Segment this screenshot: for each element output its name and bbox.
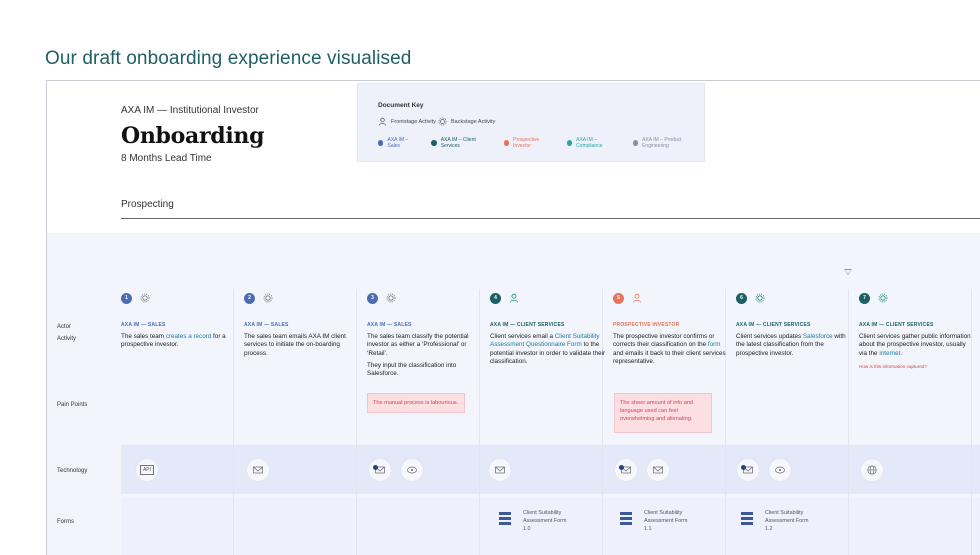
blueprint-title: Onboarding	[121, 123, 265, 149]
step-actor: AXA IM — SALES	[244, 322, 289, 328]
email-icon	[368, 458, 392, 482]
step-description: The sales team emails AXA IM client serv…	[244, 333, 346, 357]
salesforce-icon	[400, 458, 424, 482]
key-backstage: Backstage Activity	[438, 117, 495, 126]
open-question: How is this information captured?	[859, 363, 927, 369]
key-actor: Prospective Investor	[503, 137, 555, 149]
step-1: 1 AXA IM — SALES The sales team creates …	[121, 291, 237, 350]
lead-time: 8 Months Lead Time	[121, 153, 212, 164]
step-number: 4	[490, 292, 501, 304]
tech-step-5	[614, 458, 670, 482]
step-actor: AXA IM — CLIENT SERVICES	[859, 322, 934, 328]
person-icon	[378, 117, 387, 126]
api-icon: API	[135, 458, 159, 482]
slide-title: Our draft onboarding experience visualis…	[45, 48, 412, 69]
tech-step-1: API	[135, 458, 159, 482]
step-2: 2 AXA IM — SALES The sales team emails A…	[244, 291, 360, 358]
step-actor: AXA IM — SALES	[367, 322, 412, 328]
step-7: 7 AXA IM — CLIENT SERVICES Client servic…	[859, 291, 975, 369]
step-number: 7	[859, 292, 870, 304]
tech-step-7	[860, 458, 884, 482]
gear-icon	[878, 293, 888, 303]
form-1-2: Client Suitability Assessment Form 1.2	[741, 509, 808, 533]
pain-point-step-5: The sheer amount of info and language us…	[614, 393, 712, 433]
step-4: 4 AXA IM — CLIENT SERVICES Client servic…	[490, 291, 606, 366]
email-icon	[614, 458, 638, 482]
document-key-title: Document Key	[378, 102, 424, 109]
key-actor: AXA IM – Product Engineering	[632, 137, 704, 149]
step-number: 5	[613, 292, 624, 304]
gear-icon	[140, 293, 150, 303]
person-icon	[509, 293, 519, 303]
step-number: 2	[244, 292, 255, 304]
lane-label-forms: Forms	[57, 519, 74, 525]
phase-title: Prospecting	[121, 199, 174, 210]
blueprint-subtitle: AXA IM — Institutional Investor	[121, 105, 259, 116]
key-actor: AXA IM – Sales	[378, 137, 419, 149]
email-icon	[736, 458, 760, 482]
globe-icon	[860, 458, 884, 482]
email-icon	[646, 458, 670, 482]
form-icon	[499, 509, 511, 527]
tech-step-4	[488, 458, 512, 482]
scroll-marker-icon	[844, 269, 852, 275]
step-description: The prospective investor confirms or cor…	[613, 333, 726, 365]
key-actor-list: AXA IM – Sales AXA IM – Client Services …	[378, 137, 704, 149]
form-icon	[741, 509, 753, 527]
lane-label-technology: Technology	[57, 468, 88, 474]
salesforce-icon	[768, 458, 792, 482]
step-5: 5 PROSPECTIVE INVESTOR The prospective i…	[613, 291, 729, 366]
tech-step-2	[246, 458, 270, 482]
lane-label-pain-points: Pain Points	[57, 402, 88, 408]
tech-step-6	[736, 458, 792, 482]
key-actor: AXA IM – Client Services	[431, 137, 491, 149]
form-1-0: Client Suitability Assessment Form 1.0	[499, 509, 566, 533]
lane-label-actor: Actor Activity	[57, 324, 77, 342]
step-number: 1	[121, 292, 132, 304]
email-icon	[488, 458, 512, 482]
step-description: Client services updates Salesforce with …	[736, 333, 846, 357]
form-1-1: Client Suitability Assessment Form 1.1	[620, 509, 687, 533]
step-number: 3	[367, 292, 378, 304]
service-blueprint: AXA IM — Institutional Investor Onboardi…	[46, 80, 980, 555]
step-actor: AXA IM — CLIENT SERVICES	[490, 322, 565, 328]
step-description: Client services email a Client Suitabili…	[490, 333, 606, 365]
phase-divider	[121, 218, 980, 219]
step-description: The sales team classify the potential in…	[367, 333, 469, 378]
document-key: Document Key Frontstage Activity Backsta…	[357, 83, 705, 162]
key-frontstage: Frontstage Activity	[378, 117, 436, 126]
step-actor: AXA IM — SALES	[121, 322, 166, 328]
tech-step-3	[368, 458, 424, 482]
step-3: 3 AXA IM — SALES The sales team classify…	[367, 291, 483, 378]
gear-icon	[755, 293, 765, 303]
email-icon	[246, 458, 270, 482]
step-6: 6 AXA IM — CLIENT SERVICES Client servic…	[736, 291, 852, 358]
form-icon	[620, 509, 632, 527]
key-actor: AXA IM – Compliance	[566, 137, 621, 149]
step-actor: PROSPECTIVE INVESTOR	[613, 322, 680, 328]
step-description: The sales team creates a record for a pr…	[121, 333, 226, 349]
gear-icon	[438, 117, 447, 126]
step-actor: AXA IM — CLIENT SERVICES	[736, 322, 811, 328]
person-icon	[632, 293, 642, 303]
step-description: Client services gather public informatio…	[859, 333, 971, 357]
step-number: 6	[736, 292, 747, 304]
gear-icon	[386, 293, 396, 303]
pain-point-step-3: The manual process is labourious.	[367, 393, 465, 413]
gear-icon	[263, 293, 273, 303]
